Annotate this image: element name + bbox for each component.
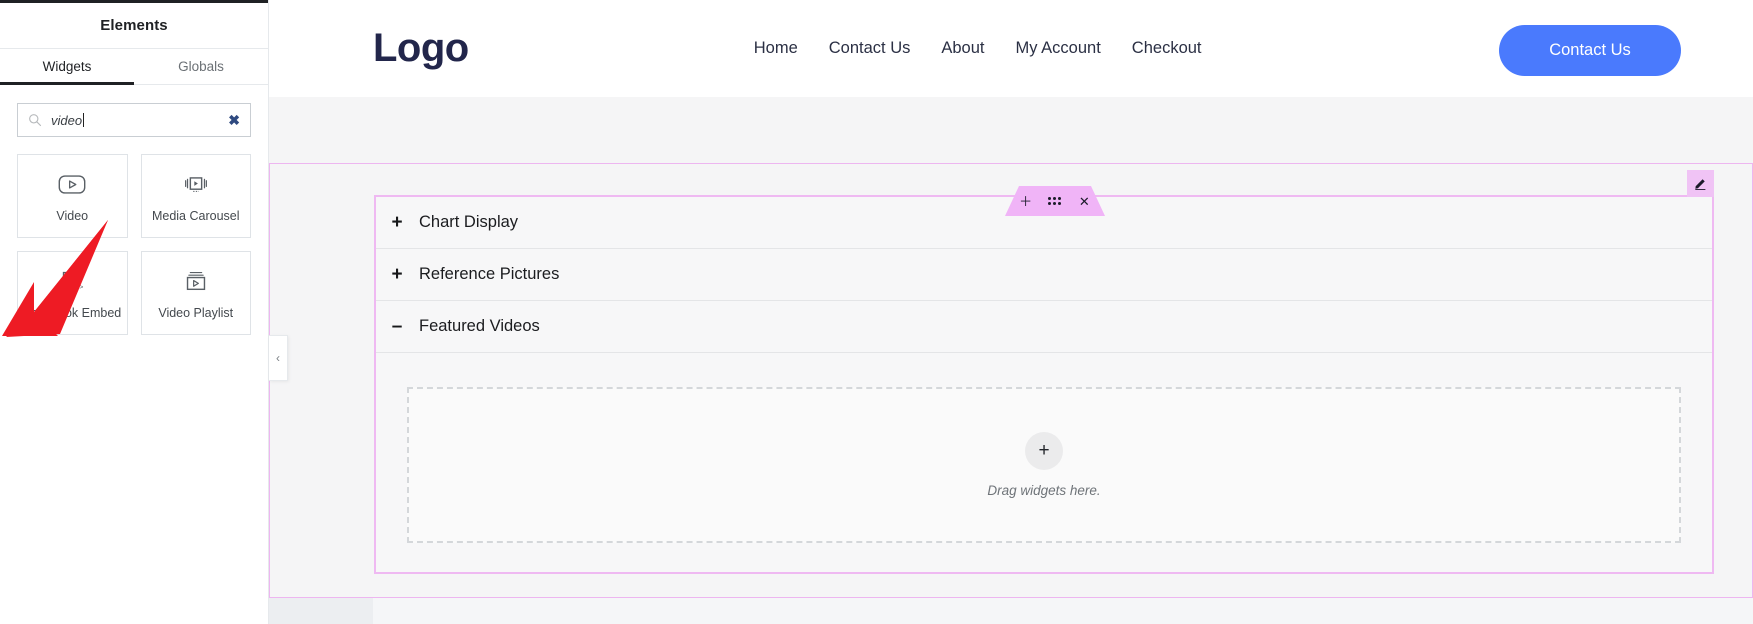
tab-globals[interactable]: Globals: [134, 49, 268, 84]
widget-label: Video: [56, 209, 88, 223]
accordion-item-featured-videos[interactable]: – Featured Videos: [376, 301, 1712, 353]
widget-card-facebook-embed[interactable]: f </> Facebook Embed: [17, 251, 128, 335]
contact-us-button[interactable]: Contact Us: [1499, 25, 1681, 76]
expand-icon: +: [389, 265, 405, 284]
nav-item-home[interactable]: Home: [754, 39, 798, 58]
panel-tabs: Widgets Globals: [0, 49, 268, 85]
expand-icon: +: [389, 213, 405, 232]
tab-widgets[interactable]: Widgets: [0, 49, 134, 84]
text-caret: [83, 113, 84, 127]
nav-item-about[interactable]: About: [941, 39, 984, 58]
accordion-panel-featured-videos: + Drag widgets here.: [376, 353, 1712, 543]
search-clear-icon[interactable]: ✖: [222, 113, 240, 127]
search-box[interactable]: video ✖: [17, 103, 251, 137]
widget-card-video-playlist[interactable]: Video Playlist: [141, 251, 252, 335]
elements-panel: Elements Widgets Globals video ✖: [0, 0, 269, 624]
search-input-value: video: [51, 113, 82, 128]
search-container: video ✖: [0, 85, 268, 137]
panel-title: Elements: [100, 17, 168, 34]
canvas-bottom-strip: [269, 598, 1753, 624]
chevron-left-icon: ‹: [276, 352, 280, 364]
widget-label: Video Playlist: [158, 306, 233, 320]
accordion-title: Chart Display: [419, 213, 518, 232]
section-toolbar: ＋ ✕: [1005, 186, 1105, 216]
accordion-widget[interactable]: + Chart Display + Reference Pictures – F…: [374, 195, 1714, 574]
nav-item-my-account[interactable]: My Account: [1016, 39, 1101, 58]
widget-card-video[interactable]: Video: [17, 154, 128, 238]
delete-section-button[interactable]: ✕: [1075, 192, 1093, 210]
tab-widgets-label: Widgets: [43, 59, 92, 74]
accordion-item-reference-pictures[interactable]: + Reference Pictures: [376, 249, 1712, 301]
tab-globals-label: Globals: [178, 59, 224, 74]
search-icon: [28, 113, 42, 127]
add-widget-button[interactable]: +: [1025, 432, 1063, 470]
video-play-icon: [55, 170, 89, 200]
drag-dots-icon: [1048, 197, 1061, 205]
media-carousel-icon: [179, 170, 213, 200]
widget-label: Facebook Embed: [23, 306, 121, 320]
nav-item-contact-us[interactable]: Contact Us: [829, 39, 911, 58]
section-container[interactable]: ＋ ✕ +: [269, 163, 1753, 598]
canvas-left-gutter: [269, 598, 373, 624]
panel-collapse-toggle[interactable]: ‹: [269, 335, 288, 381]
site-logo[interactable]: Logo: [373, 26, 469, 71]
add-section-button[interactable]: ＋: [1017, 192, 1035, 210]
page-editor: Elements Widgets Globals video ✖: [0, 0, 1753, 624]
pencil-icon: [1694, 177, 1707, 190]
video-playlist-icon: [179, 267, 213, 297]
editor-canvas: ＋ ✕ +: [269, 97, 1753, 624]
nav-item-checkout[interactable]: Checkout: [1132, 39, 1202, 58]
site-header: Logo Home Contact Us About My Account Ch…: [269, 0, 1753, 97]
widget-drop-zone[interactable]: + Drag widgets here.: [407, 387, 1681, 543]
drop-zone-hint: Drag widgets here.: [987, 483, 1100, 498]
edit-widget-button[interactable]: [1687, 170, 1714, 197]
svg-text:</>: </>: [74, 284, 84, 291]
widget-grid: Video Media Carousel: [0, 137, 268, 335]
facebook-embed-icon: f </>: [55, 267, 89, 297]
accordion-title: Reference Pictures: [419, 265, 559, 284]
collapse-icon: –: [389, 317, 405, 336]
canvas-preview: Logo Home Contact Us About My Account Ch…: [269, 0, 1753, 624]
widget-label: Media Carousel: [152, 209, 240, 223]
accordion-title: Featured Videos: [419, 317, 540, 336]
search-input[interactable]: video: [51, 113, 222, 128]
svg-text:f: f: [68, 273, 73, 287]
widget-card-media-carousel[interactable]: Media Carousel: [141, 154, 252, 238]
panel-header: Elements: [0, 3, 268, 49]
drag-section-handle[interactable]: [1046, 192, 1064, 210]
site-nav: Home Contact Us About My Account Checkou…: [754, 39, 1202, 58]
